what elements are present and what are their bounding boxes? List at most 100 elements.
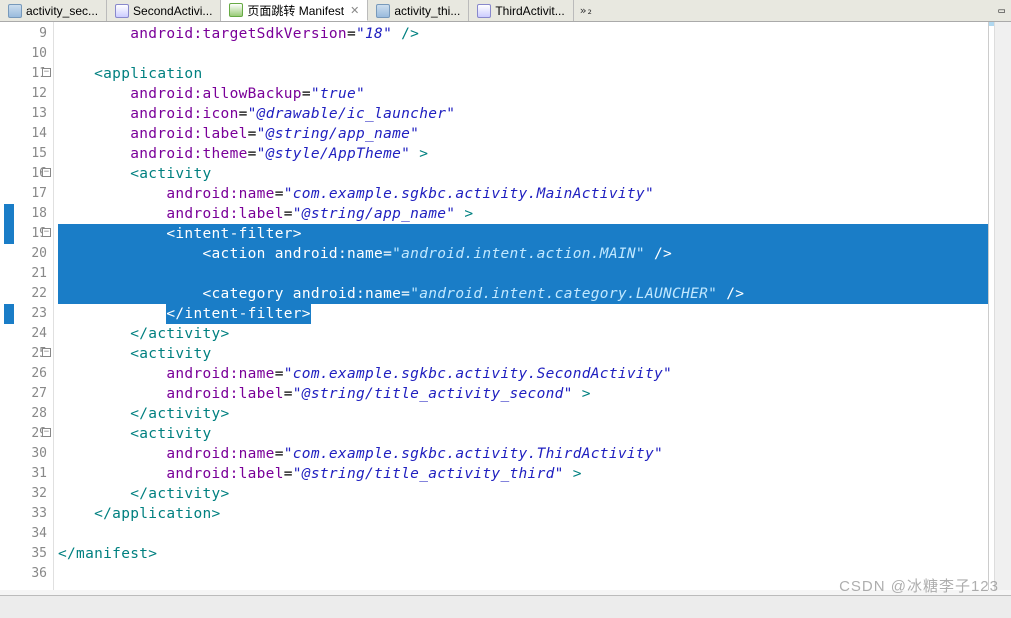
- code-line[interactable]: <category android:name="android.intent.c…: [58, 284, 988, 304]
- code-line[interactable]: <activity: [58, 424, 988, 444]
- code-editor[interactable]: 91011−1213141516−171819−202122232425−262…: [0, 22, 1011, 590]
- token-str: "true": [311, 86, 365, 102]
- code-line[interactable]: </activity>: [58, 404, 988, 424]
- fold-toggle-icon[interactable]: −: [42, 68, 51, 77]
- line-number: 24: [0, 324, 47, 344]
- token-attr: android:theme: [130, 146, 247, 162]
- code-line[interactable]: <application: [58, 64, 988, 84]
- token-attr: android:name: [166, 366, 274, 382]
- line-number: 14: [0, 124, 47, 144]
- fold-toggle-icon[interactable]: −: [42, 428, 51, 437]
- token-tag: />: [645, 246, 672, 262]
- editor-tab[interactable]: activity_sec...: [0, 0, 107, 21]
- fold-toggle-icon[interactable]: −: [42, 228, 51, 237]
- code-line[interactable]: [58, 524, 988, 544]
- line-number: 35: [0, 544, 47, 564]
- file-icon: [229, 3, 243, 17]
- code-line[interactable]: [58, 264, 988, 284]
- token-eq: =: [248, 126, 257, 142]
- token-tag: >: [573, 386, 591, 402]
- line-number: 27: [0, 384, 47, 404]
- code-line[interactable]: </application>: [58, 504, 988, 524]
- token-attr: android:targetSdkVersion: [130, 26, 347, 42]
- token-eq: =: [284, 466, 293, 482]
- token-str: "com.example.sgkbc.activity.SecondActivi…: [284, 366, 672, 382]
- code-line[interactable]: android:name="com.example.sgkbc.activity…: [58, 184, 988, 204]
- code-area[interactable]: android:targetSdkVersion="18" /> <applic…: [54, 22, 988, 590]
- code-line[interactable]: android:theme="@style/AppTheme" >: [58, 144, 988, 164]
- line-number: 9: [0, 24, 47, 44]
- tab-label: activity_thi...: [394, 4, 460, 18]
- tab-label: activity_sec...: [26, 4, 98, 18]
- code-line[interactable]: [58, 44, 988, 64]
- token-tag: <application: [94, 66, 202, 82]
- code-line[interactable]: android:label="@string/title_activity_th…: [58, 464, 988, 484]
- token-eq: =: [302, 86, 311, 102]
- line-number: 28: [0, 404, 47, 424]
- code-line[interactable]: <action android:name="android.intent.act…: [58, 244, 988, 264]
- token-tag: />: [717, 286, 744, 302]
- editor-tabs: activity_sec... SecondActivi... 页面跳转 Manif…: [0, 0, 1011, 22]
- token-str: "android.intent.category.LAUNCHER": [410, 286, 717, 302]
- code-line[interactable]: </activity>: [58, 324, 988, 344]
- editor-tab[interactable]: ThirdActivit...: [469, 0, 573, 21]
- line-number: 31: [0, 464, 47, 484]
- line-number: 13: [0, 104, 47, 124]
- token-str: "@string/app_name": [257, 126, 420, 142]
- token-str: "@string/title_activity_third": [293, 466, 564, 482]
- token-tag: <activity: [130, 346, 211, 362]
- file-icon: [376, 4, 390, 18]
- code-line[interactable]: android:label="@string/app_name" >: [58, 204, 988, 224]
- editor-tab[interactable]: activity_thi...: [368, 0, 469, 21]
- change-marker: [4, 304, 14, 324]
- line-number: 15: [0, 144, 47, 164]
- code-line[interactable]: </intent-filter>: [58, 304, 988, 324]
- token-tag: <activity: [130, 166, 211, 182]
- token-attr: android:label: [166, 206, 283, 222]
- close-icon[interactable]: ✕: [350, 4, 359, 17]
- code-line[interactable]: android:targetSdkVersion="18" />: [58, 24, 988, 44]
- token-attr: android:name: [166, 186, 274, 202]
- token-eq: =: [248, 146, 257, 162]
- token-tag: </intent-filter>: [166, 306, 310, 322]
- token-attr: android:label: [166, 386, 283, 402]
- tab-label: SecondActivi...: [133, 4, 212, 18]
- token-eq: =: [275, 186, 284, 202]
- code-line[interactable]: <activity: [58, 344, 988, 364]
- code-line[interactable]: </manifest>: [58, 544, 988, 564]
- code-line[interactable]: android:icon="@drawable/ic_launcher": [58, 104, 988, 124]
- token-tag: </activity>: [130, 486, 229, 502]
- line-number: 17: [0, 184, 47, 204]
- fold-toggle-icon[interactable]: −: [42, 348, 51, 357]
- token-tag: <intent-filter>: [166, 226, 301, 242]
- line-number: 10: [0, 44, 47, 64]
- code-line[interactable]: <intent-filter>: [58, 224, 988, 244]
- tab-label: ThirdActivit...: [495, 4, 564, 18]
- tabs-overflow-icon[interactable]: »₂: [574, 0, 599, 21]
- token-str: "com.example.sgkbc.activity.ThirdActivit…: [284, 446, 663, 462]
- code-line[interactable]: android:allowBackup="true": [58, 84, 988, 104]
- code-line[interactable]: android:name="com.example.sgkbc.activity…: [58, 364, 988, 384]
- code-line[interactable]: android:label="@string/title_activity_se…: [58, 384, 988, 404]
- code-line[interactable]: android:label="@string/app_name": [58, 124, 988, 144]
- bottom-tabs[interactable]: [0, 595, 1011, 618]
- token-attr: android:name: [275, 246, 383, 262]
- line-number: 32: [0, 484, 47, 504]
- vertical-scrollbar[interactable]: [994, 22, 1011, 590]
- code-line[interactable]: android:name="com.example.sgkbc.activity…: [58, 444, 988, 464]
- code-line[interactable]: </activity>: [58, 484, 988, 504]
- token-str: "@style/AppTheme": [257, 146, 411, 162]
- editor-tab[interactable]: 页面跳转 Manifest✕: [221, 0, 368, 21]
- fold-toggle-icon[interactable]: −: [42, 168, 51, 177]
- line-number: 20: [0, 244, 47, 264]
- editor-tab[interactable]: SecondActivi...: [107, 0, 221, 21]
- token-eq: =: [284, 206, 293, 222]
- line-number: 16−: [0, 164, 47, 184]
- code-line[interactable]: <activity: [58, 164, 988, 184]
- line-number: 21: [0, 264, 47, 284]
- token-tag: </manifest>: [58, 546, 157, 562]
- maximize-icon[interactable]: ▭: [992, 0, 1011, 21]
- token-attr: android:name: [166, 446, 274, 462]
- code-line[interactable]: [58, 564, 988, 584]
- file-icon: [477, 4, 491, 18]
